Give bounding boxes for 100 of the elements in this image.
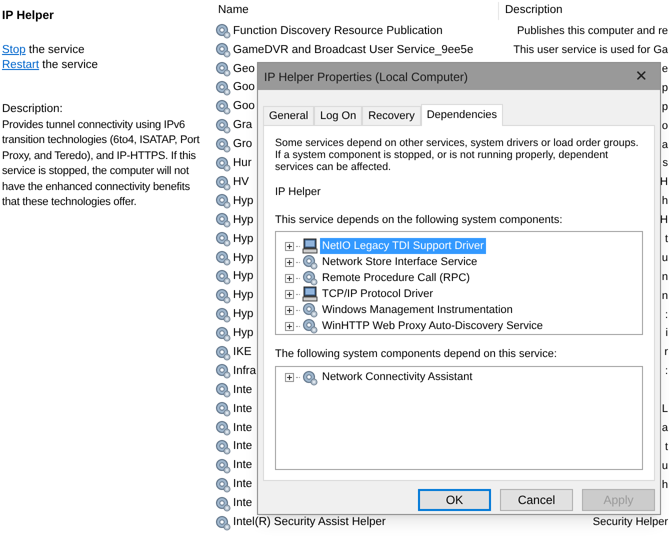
dialog-button[interactable]: OK	[418, 489, 491, 511]
section-label: The following system components depend on this service:	[275, 347, 558, 362]
tree-item[interactable]: Network Connectivity Assistant	[320, 369, 474, 386]
service-name[interactable]: Hyp	[233, 212, 254, 229]
gear-icon	[215, 23, 231, 40]
tab[interactable]: Recovery	[362, 106, 421, 125]
gear-icon	[215, 250, 231, 266]
service-title: IP Helper	[2, 7, 55, 24]
service-name[interactable]: Hyp	[233, 250, 254, 267]
service-description: o	[662, 118, 668, 134]
service-name[interactable]: Gro	[233, 136, 252, 154]
gear-icon	[215, 99, 231, 115]
service-name[interactable]: Hyp	[233, 230, 254, 248]
service-description: Security Helper	[592, 515, 668, 530]
service-name[interactable]: Hur	[233, 155, 252, 172]
service-name[interactable]: Inte	[233, 438, 252, 456]
service-description: L	[662, 402, 668, 417]
gear-icon	[215, 382, 231, 398]
gear-icon	[215, 401, 231, 418]
gear-icon	[302, 370, 318, 386]
action-text: Stop the service	[2, 43, 86, 58]
column-header[interactable]: Name	[213, 2, 499, 20]
tab[interactable]: Log On	[314, 106, 362, 125]
service-description: n	[662, 288, 668, 304]
service-name[interactable]: Inte	[233, 476, 252, 494]
service-name[interactable]: Goo	[233, 79, 255, 97]
gear-icon	[215, 118, 231, 134]
service-description: p	[662, 100, 668, 115]
tree-item[interactable]: Windows Management Instrumentation	[320, 302, 515, 318]
gear-icon	[215, 269, 231, 286]
expand-icon[interactable]	[285, 290, 294, 298]
service-name[interactable]: HV	[233, 174, 249, 192]
gear-icon	[215, 61, 231, 78]
service-name[interactable]: Geo	[233, 60, 255, 78]
service-name[interactable]: Hyp	[233, 306, 254, 324]
service-name[interactable]: Hyp	[233, 287, 254, 305]
gear-icon	[302, 270, 318, 286]
service-description: u	[662, 458, 668, 474]
expand-icon[interactable]	[285, 373, 294, 382]
gear-icon	[215, 496, 231, 512]
tab[interactable]: Dependencies	[420, 104, 504, 126]
gear-icon	[215, 420, 231, 436]
service-description: Publishes this computer and re	[516, 24, 668, 40]
service-name[interactable]: Hyp	[233, 325, 254, 342]
expand-icon[interactable]	[285, 322, 294, 330]
dialog-button[interactable]: Cancel	[500, 489, 573, 511]
intro-text: Some services depend on other services, system drivers or load order groups. If a system component is stopped, or is not running properly, dependent services can be affected.	[275, 137, 640, 173]
service-description: r	[664, 345, 668, 360]
gear-icon	[302, 318, 318, 334]
expand-icon[interactable]	[285, 306, 294, 314]
service-name[interactable]: Inte	[233, 382, 252, 399]
service-description: p	[662, 80, 668, 96]
gear-icon	[215, 326, 231, 342]
service-name[interactable]: Intel(R) Security Assist Helper	[233, 514, 386, 532]
expand-icon[interactable]	[285, 258, 294, 266]
service-name[interactable]: Hyp	[233, 268, 254, 286]
gear-icon	[215, 476, 231, 493]
service-description: a	[662, 420, 668, 436]
description-text: Provides tunnel connectivity using IPv6 transition technologies (6to4, ISATAP, Port Proxy, and Teredo), and IP-HTTPS. If this service is stopped, the computer will not have the enhanced connectivity benefits that these technologies offer.	[2, 118, 201, 210]
action-link[interactable]: Restart	[2, 59, 40, 71]
gear-icon	[215, 458, 231, 474]
column-header[interactable]: Description	[499, 2, 563, 20]
gear-icon	[302, 302, 318, 318]
close-button[interactable]: ✕	[631, 69, 652, 84]
service-name[interactable]: GameDVR and Broadcast User Service_9ee5e	[233, 42, 474, 59]
tree-item[interactable]: WinHTTP Web Proxy Auto-Discovery Service	[320, 318, 545, 334]
service-description: :	[664, 308, 668, 323]
gear-icon	[215, 288, 231, 304]
service-name[interactable]: Inte	[233, 420, 252, 437]
service-description: t	[664, 232, 668, 247]
gear-icon	[215, 212, 231, 228]
service-name[interactable]: Infra	[233, 362, 256, 380]
gear-icon	[215, 306, 231, 323]
service-name[interactable]: Function Discovery Resource Publication	[233, 22, 443, 40]
action-text: Restart the service	[2, 58, 99, 73]
tab[interactable]: General	[263, 106, 314, 125]
dialog-title: IP Helper Properties (Local Computer)	[264, 68, 468, 86]
service-description: e	[662, 62, 668, 77]
expand-icon[interactable]	[285, 242, 294, 250]
tree-item[interactable]: TCP/IP Protocol Driver	[320, 286, 436, 302]
service-description: u	[662, 250, 668, 266]
service-description: t	[664, 440, 668, 455]
service-name[interactable]: Inte	[233, 457, 252, 475]
service-description: h	[662, 478, 668, 493]
computer-icon	[302, 238, 318, 254]
tree-item[interactable]: Network Store Interface Service	[320, 254, 480, 270]
service-description: H	[660, 213, 668, 228]
service-name[interactable]: Hyp	[233, 192, 254, 210]
tree-item[interactable]: Remote Procedure Call (RPC)	[320, 270, 472, 286]
gear-icon	[215, 156, 231, 172]
service-name[interactable]: Inte	[233, 495, 252, 512]
service-description: i	[666, 326, 668, 342]
service-name[interactable]: IKE	[233, 344, 252, 362]
gear-icon	[215, 439, 231, 456]
action-link[interactable]: Stop	[2, 44, 26, 56]
service-name[interactable]: Gra	[233, 117, 252, 135]
service-name[interactable]: Goo	[233, 98, 255, 116]
service-name[interactable]: Inte	[233, 400, 252, 418]
expand-icon[interactable]	[285, 274, 294, 282]
service-description: a	[662, 138, 668, 153]
